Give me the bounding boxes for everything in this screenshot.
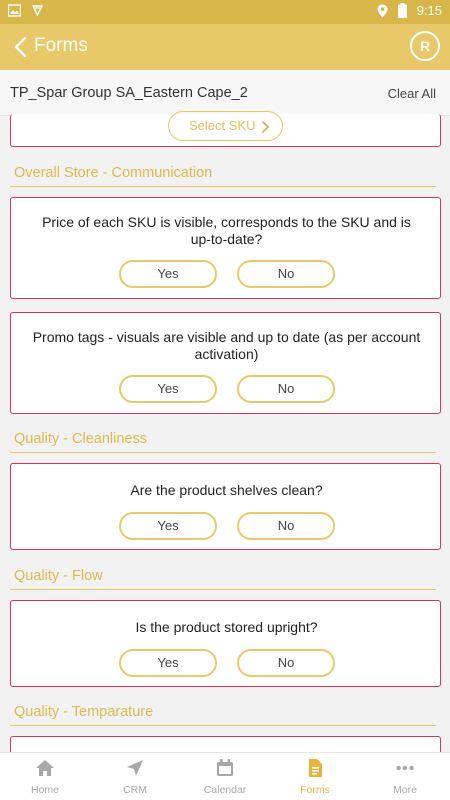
no-button[interactable]: No [237,260,335,288]
nav-label: Calendar [203,784,247,796]
question-card: Price of each SKU is visible, correspond… [10,197,441,299]
back-chevron-icon[interactable] [12,36,32,58]
select-sku-card: Select SKU [10,111,441,147]
app-notification-icon [31,5,44,17]
bottom-navigation: Home CRM Calendar Forms More [0,752,450,800]
nav-label: Home [30,784,59,796]
store-header: TP_Spar Group SA_Eastern Cape_2 Clear Al… [0,70,450,116]
no-button[interactable]: No [237,649,335,677]
yes-button[interactable]: Yes [119,260,217,288]
avatar[interactable]: R [410,31,440,61]
section-title: Quality - Cleanliness [14,431,147,447]
chevron-right-icon [262,121,270,133]
nav-label: More [393,784,417,796]
image-notification-icon [8,4,21,17]
nav-more[interactable]: More [360,753,450,800]
question-text: Price of each SKU is visible, correspond… [42,214,411,247]
section-divider [10,725,436,726]
nav-label: Forms [300,784,330,796]
no-button[interactable]: No [237,512,335,540]
status-time: 9:15 [416,3,442,18]
more-dots-icon [396,765,414,771]
home-icon [36,760,54,776]
select-sku-button[interactable]: Select SKU [168,111,283,141]
battery-icon [397,3,407,18]
question-card: Promo tags - visuals are visible and up … [10,312,441,414]
app-bar: Forms R [0,24,450,70]
nav-home[interactable]: Home [0,753,90,800]
section-title: Quality - Flow [14,568,103,584]
nav-forms[interactable]: Forms [270,753,360,800]
status-bar: 9:15 [0,0,450,24]
no-button[interactable]: No [237,375,335,403]
nav-crm[interactable]: CRM [90,753,180,800]
question-card: Are the product shelves clean? Yes No [10,463,441,550]
page-title: Forms [34,35,88,56]
navigation-arrow-icon [127,760,143,776]
question-text: Are the product shelves clean? [130,482,323,498]
section-divider [10,186,436,187]
nav-calendar[interactable]: Calendar [180,753,270,800]
store-name: TP_Spar Group SA_Eastern Cape_2 [10,85,248,101]
clear-all-button[interactable]: Clear All [388,86,436,101]
calendar-icon [217,759,233,776]
section-title: Quality - Temparature [14,704,154,720]
document-icon [309,759,322,777]
select-sku-label: Select SKU [189,118,256,133]
section-divider [10,589,436,590]
nav-label: CRM [123,784,147,796]
question-text: Is the product stored upright? [135,619,318,635]
section-title: Overall Store - Communication [14,165,213,181]
question-text: Promo tags - visuals are visible and up … [32,329,421,362]
question-card: Is the product stored upright? Yes No [10,600,441,687]
yes-button[interactable]: Yes [119,375,217,403]
location-icon [377,4,388,17]
yes-button[interactable]: Yes [119,512,217,540]
yes-button[interactable]: Yes [119,649,217,677]
section-divider [10,452,436,453]
